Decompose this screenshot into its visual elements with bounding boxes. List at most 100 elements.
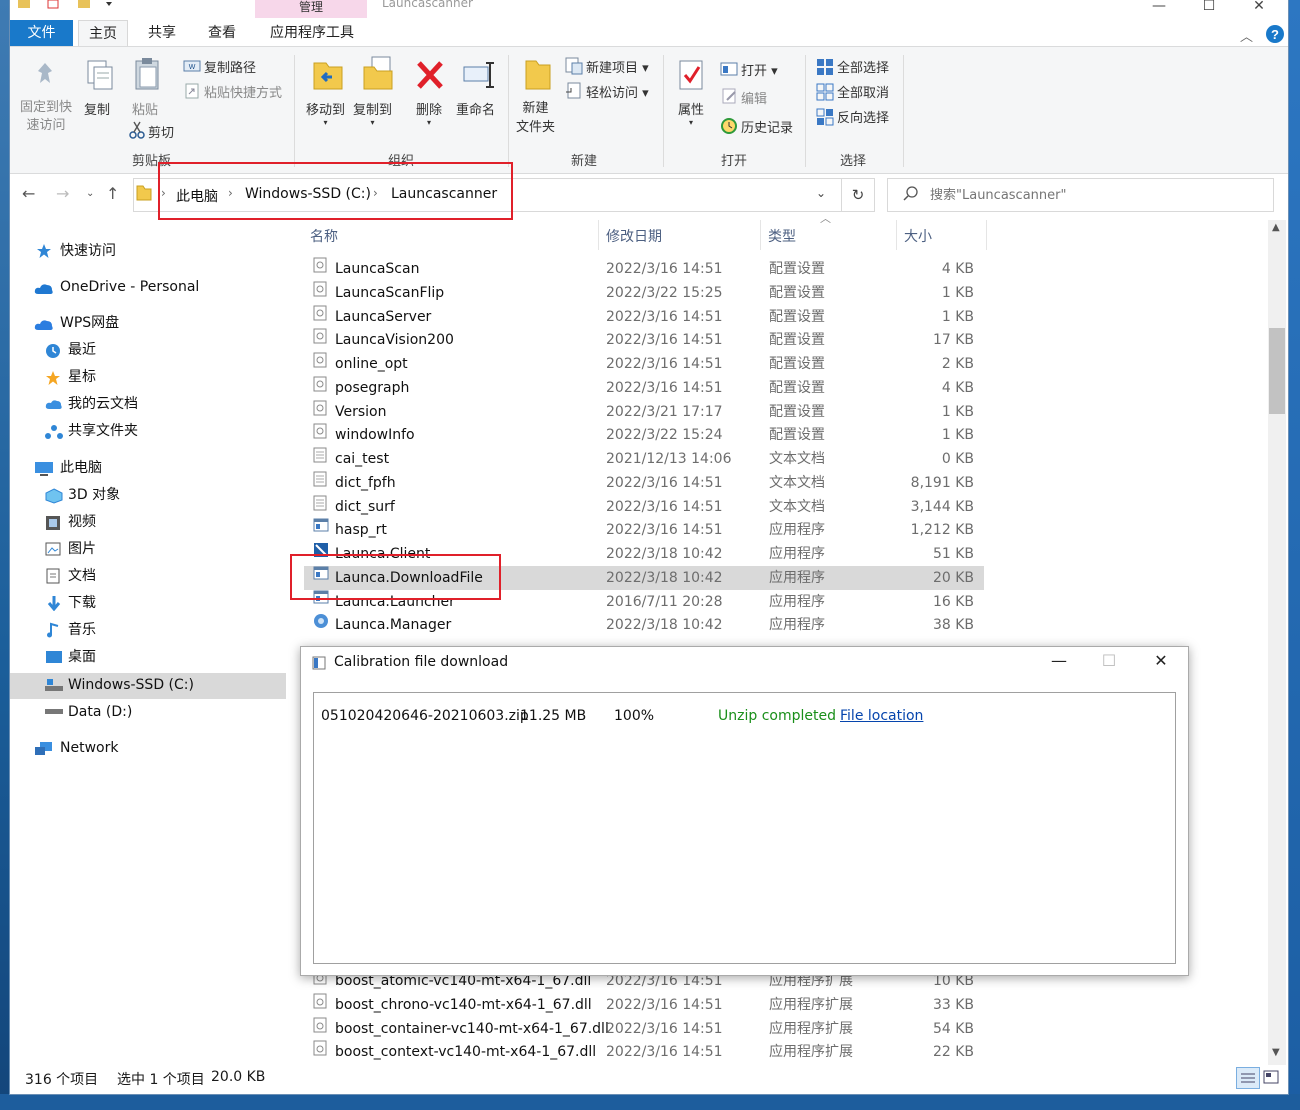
tab-share[interactable]: 共享 bbox=[138, 20, 186, 46]
nav-network[interactable]: Network bbox=[60, 737, 118, 759]
properties-label: 属性 bbox=[678, 103, 705, 118]
file-row[interactable]: LauncaServer 2022/3/16 14:51 配置设置 1 KB bbox=[304, 305, 984, 329]
file-row[interactable]: Version 2022/3/21 17:17 配置设置 1 KB bbox=[304, 400, 984, 424]
file-row[interactable]: hasp_rt 2022/3/16 14:51 应用程序 1,212 KB bbox=[304, 518, 984, 542]
column-header-date[interactable]: 修改日期 bbox=[606, 226, 662, 246]
refresh-icon[interactable]: ↻ bbox=[841, 178, 875, 212]
nav-data-d[interactable]: Data (D:) bbox=[68, 701, 132, 723]
file-size: 1 KB bbox=[941, 308, 974, 325]
file-row[interactable]: boost_chrono-vc140-mt-x64-1_67.dll 2022/3… bbox=[304, 993, 984, 1017]
nav-wps[interactable]: WPS网盘 bbox=[60, 312, 119, 334]
new-item-button[interactable]: 新建项目 ▾ bbox=[586, 57, 649, 76]
help-icon[interactable]: ? bbox=[1266, 25, 1284, 43]
minimize-button[interactable]: — bbox=[1136, 0, 1182, 18]
move-to-button[interactable]: 移动到 ▾ bbox=[306, 99, 345, 127]
tab-file[interactable]: 文件 bbox=[10, 20, 73, 46]
file-row[interactable]: boost_container-vc140-mt-x64-1_67.dll 202… bbox=[304, 1017, 984, 1041]
copy-path-button[interactable]: 复制路径 bbox=[204, 57, 256, 76]
nav-music[interactable]: 音乐 bbox=[68, 619, 96, 641]
paste-shortcut-button[interactable]: 粘贴快捷方式 bbox=[204, 82, 282, 101]
status-selected-count: 选中 1 个项目 bbox=[117, 1072, 205, 1088]
column-divider[interactable] bbox=[896, 220, 897, 250]
tab-home[interactable]: 主页 bbox=[78, 20, 128, 47]
star-icon bbox=[36, 243, 52, 259]
column-divider[interactable] bbox=[598, 220, 599, 250]
column-divider[interactable] bbox=[760, 220, 761, 250]
edit-button[interactable]: 编辑 bbox=[741, 88, 767, 107]
file-row[interactable]: windowInfo 2022/3/22 15:24 配置设置 1 KB bbox=[304, 423, 984, 447]
collapse-ribbon-icon[interactable]: ︿ bbox=[1240, 26, 1253, 45]
file-size: 20 KB bbox=[932, 569, 974, 586]
properties-button[interactable]: 属性 ▾ bbox=[678, 99, 704, 127]
tab-view[interactable]: 查看 bbox=[198, 20, 246, 46]
dialog-maximize-button[interactable]: ☐ bbox=[1084, 651, 1134, 675]
nav-desktop[interactable]: 桌面 bbox=[68, 646, 96, 668]
open-button[interactable]: 打开 ▾ bbox=[741, 60, 778, 79]
column-header-name[interactable]: 名称 bbox=[310, 226, 338, 246]
file-row[interactable]: posegraph 2022/3/16 14:51 配置设置 4 KB bbox=[304, 376, 984, 400]
file-type: 配置设置 bbox=[769, 332, 825, 349]
dialog-minimize-button[interactable]: — bbox=[1034, 651, 1084, 675]
tab-app-tools[interactable]: 应用程序工具 bbox=[260, 20, 364, 46]
file-row[interactable]: online_opt 2022/3/16 14:51 配置设置 2 KB bbox=[304, 352, 984, 376]
file-row[interactable]: LauncaScan 2022/3/16 14:51 配置设置 4 KB bbox=[304, 257, 984, 281]
manage-context-tab[interactable]: 管理 bbox=[255, 0, 367, 18]
recent-locations-chevron-icon[interactable]: ⌄ bbox=[86, 188, 94, 199]
details-view-icon[interactable] bbox=[1236, 1067, 1260, 1089]
column-divider[interactable] bbox=[986, 220, 987, 250]
file-type: 文本文档 bbox=[769, 474, 825, 491]
delete-button[interactable]: 删除 ▾ bbox=[416, 99, 442, 127]
history-button[interactable]: 历史记录 bbox=[741, 117, 793, 136]
file-row[interactable]: LauncaScanFlip 2022/3/22 15:25 配置设置 1 KB bbox=[304, 281, 984, 305]
nav-windows-ssd[interactable]: Windows-SSD (C:) bbox=[68, 674, 194, 696]
nav-pictures[interactable]: 图片 bbox=[68, 538, 96, 560]
file-row[interactable]: Launca.Manager 2022/3/18 10:42 应用程序 38 KB bbox=[304, 613, 984, 637]
scroll-up-arrow-icon[interactable]: ▲ bbox=[1272, 222, 1280, 233]
file-location-link[interactable]: File location bbox=[840, 708, 923, 724]
back-arrow-icon[interactable]: ← bbox=[22, 184, 35, 203]
file-size: 17 KB bbox=[932, 332, 974, 349]
large-icons-view-icon[interactable] bbox=[1262, 1068, 1280, 1086]
close-button[interactable]: ✕ bbox=[1236, 0, 1282, 18]
file-row[interactable]: LauncaVision200 2022/3/16 14:51 配置设置 17 KB bbox=[304, 328, 984, 352]
nav-3d-objects[interactable]: 3D 对象 bbox=[68, 484, 120, 506]
file-row[interactable]: cai_test 2021/12/13 14:06 文本文档 0 KB bbox=[304, 447, 984, 471]
up-arrow-icon[interactable]: ↑ bbox=[106, 184, 119, 203]
pin-quick-access-button[interactable]: 固定到快 速访问 bbox=[18, 99, 74, 135]
cut-button[interactable]: 剪切 bbox=[148, 122, 174, 141]
new-folder-button[interactable]: 新建 文件夹 bbox=[516, 99, 555, 137]
quick-access-toolbar bbox=[14, 0, 114, 10]
scrollbar-thumb[interactable] bbox=[1269, 328, 1285, 414]
address-dropdown-chevron-icon[interactable]: ⌄ bbox=[816, 186, 826, 200]
search-input[interactable] bbox=[928, 183, 1262, 207]
dialog-close-button[interactable]: ✕ bbox=[1136, 651, 1186, 675]
copy-button[interactable]: 复制 bbox=[84, 99, 110, 118]
select-all-button[interactable]: 全部选择 bbox=[837, 57, 889, 76]
invert-selection-button[interactable]: 反向选择 bbox=[837, 107, 889, 126]
file-row[interactable]: dict_fpfh 2022/3/16 14:51 文本文档 8,191 KB bbox=[304, 471, 984, 495]
column-header-type[interactable]: 类型 bbox=[768, 226, 796, 246]
nav-starred[interactable]: 星标 bbox=[68, 366, 96, 388]
address-highlight-box bbox=[158, 162, 513, 220]
copy-to-button[interactable]: 复制到 ▾ bbox=[353, 99, 392, 127]
rename-button[interactable]: 重命名 bbox=[456, 99, 495, 118]
maximize-button[interactable]: ☐ bbox=[1186, 0, 1232, 18]
scroll-down-arrow-icon[interactable]: ▼ bbox=[1272, 1047, 1280, 1058]
forward-arrow-icon[interactable]: → bbox=[56, 184, 69, 203]
nav-quick-access[interactable]: 快速访问 bbox=[60, 240, 116, 262]
column-header-size[interactable]: 大小 bbox=[904, 226, 932, 246]
file-row-partial[interactable] bbox=[304, 636, 984, 646]
file-row[interactable]: boost_context-vc140-mt-x64-1_67.dll 2022/… bbox=[304, 1040, 984, 1064]
nav-recent[interactable]: 最近 bbox=[68, 339, 96, 361]
nav-this-pc[interactable]: 此电脑 bbox=[60, 457, 102, 479]
nav-my-cloud-docs[interactable]: 我的云文档 bbox=[68, 393, 138, 415]
file-row[interactable]: dict_surf 2022/3/16 14:51 文本文档 3,144 KB bbox=[304, 495, 984, 519]
nav-videos[interactable]: 视频 bbox=[68, 511, 96, 533]
paste-button[interactable]: 粘贴 bbox=[132, 99, 158, 118]
nav-shared-folder[interactable]: 共享文件夹 bbox=[68, 420, 138, 442]
select-none-button[interactable]: 全部取消 bbox=[837, 82, 889, 101]
nav-downloads[interactable]: 下载 bbox=[68, 592, 96, 614]
nav-onedrive[interactable]: OneDrive - Personal bbox=[60, 276, 199, 298]
nav-documents[interactable]: 文档 bbox=[68, 565, 96, 587]
easy-access-button[interactable]: 轻松访问 ▾ bbox=[586, 82, 649, 101]
